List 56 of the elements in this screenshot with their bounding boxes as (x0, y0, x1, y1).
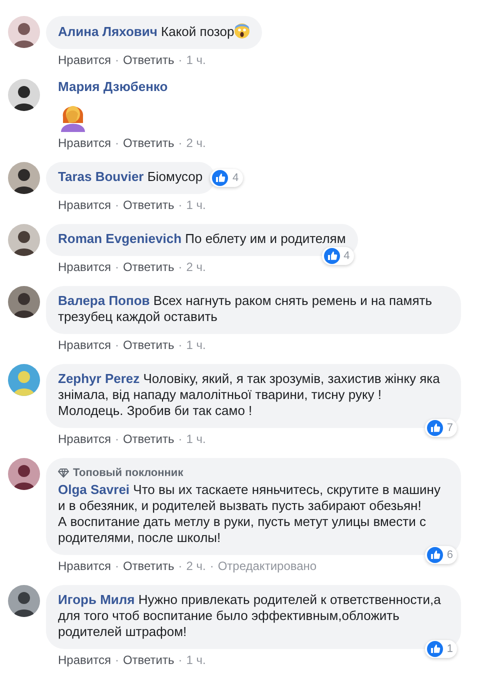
like-link[interactable]: Нравится (58, 259, 111, 275)
author-name[interactable]: Игорь Миля (58, 592, 135, 607)
separator: · (178, 52, 182, 68)
separator: · (178, 197, 182, 213)
screaming-face-icon (234, 23, 250, 39)
comment-text: Zephyr Perez Чоловіку, який, я так зрозумів, захистив жінку яка знімала, від нападу малолітньої тварини, тисну руку ! Молодець. Зробив би так само ! (58, 371, 441, 418)
comment-text: Olga Savrei Что вы их таскаете няньчитесь, скрутите в машину и в обезяник, и родителей вызвать пусть забирают обезьян! А воспитание дать метлу в руки, пусть метут улицы вмести с родителями, после школы! (58, 482, 442, 545)
comment-text: Валера Попов Всех нагнуть раком снять ремень и на память трезубец каждой оставить (58, 293, 433, 324)
like-link[interactable]: Нравится (58, 135, 111, 151)
separator: · (114, 197, 119, 213)
like-link[interactable]: Нравится (58, 558, 111, 574)
like-link[interactable]: Нравится (58, 197, 111, 213)
like-icon (212, 170, 228, 186)
separator: · (210, 558, 214, 574)
separator: · (114, 135, 119, 151)
reply-link[interactable]: Ответить (122, 259, 174, 275)
comment-text: Алина Ляхович Какой позор (58, 24, 234, 39)
author-name[interactable]: Валера Попов (58, 293, 150, 308)
separator: · (114, 558, 119, 574)
separator: · (178, 652, 182, 668)
like-link[interactable]: Нравится (58, 652, 111, 668)
reply-link[interactable]: Ответить (122, 652, 174, 668)
separator: · (114, 337, 119, 353)
author-name[interactable]: Zephyr Perez (58, 371, 140, 386)
like-icon (426, 420, 443, 436)
like-link[interactable]: Нравится (58, 52, 111, 68)
separator: · (178, 558, 182, 574)
like-icon (426, 641, 443, 657)
separator: · (114, 652, 119, 668)
like-link[interactable]: Нравится (58, 337, 111, 353)
separator: · (178, 337, 182, 353)
reply-link[interactable]: Ответить (122, 52, 174, 68)
comment-text: Roman Evgenievich По еблету им и родителям (58, 231, 346, 246)
diamond-icon (58, 468, 69, 478)
separator: · (178, 259, 182, 275)
separator: · (114, 52, 119, 68)
separator: · (114, 259, 119, 275)
separator: · (114, 431, 119, 447)
reply-link[interactable]: Ответить (122, 337, 174, 353)
reply-link[interactable]: Ответить (122, 197, 174, 213)
reply-link[interactable]: Ответить (122, 135, 174, 151)
like-link[interactable]: Нравится (58, 431, 111, 447)
like-icon (426, 547, 443, 563)
author-name[interactable]: Olga Savrei (58, 482, 130, 497)
author-name[interactable]: Taras Bouvier (58, 169, 144, 184)
like-icon (324, 248, 340, 264)
reply-link[interactable]: Ответить (122, 558, 174, 574)
reply-link[interactable]: Ответить (122, 431, 174, 447)
comment-text: Игорь Миля Нужно привлекать родителей к ответственности,а для того чтоб воспитание было эффективным,обложить родителей штрафом! (58, 592, 442, 639)
author-name[interactable]: Roman Evgenievich (58, 231, 182, 246)
fan-label: Топовый поклонник (73, 466, 184, 481)
separator: · (178, 431, 182, 447)
separator: · (178, 135, 182, 151)
author-name[interactable]: Мария Дзюбенко (58, 79, 168, 94)
comment-text: Taras Bouvier Біомусор (58, 169, 203, 184)
author-name[interactable]: Алина Ляхович (58, 24, 158, 39)
